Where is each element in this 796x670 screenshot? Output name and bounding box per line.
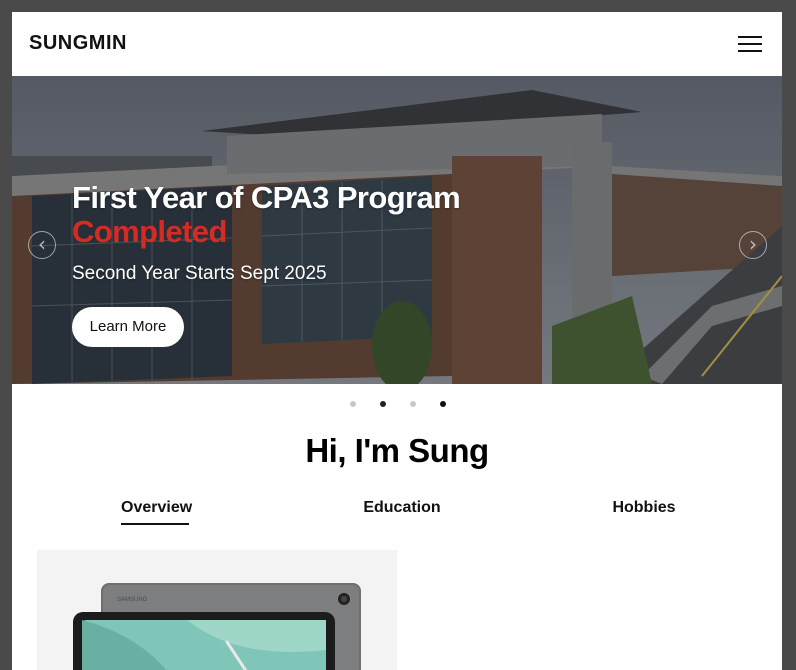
carousel-dot-4[interactable] <box>440 401 446 407</box>
tablet-device-image: SAMSUNG <box>73 583 361 670</box>
brand-mark: SAMSUNG <box>117 597 148 603</box>
chevron-right-icon[interactable]: › <box>739 231 767 259</box>
carousel-dot-3[interactable] <box>410 401 416 407</box>
learn-more-button[interactable]: Learn More <box>72 307 184 347</box>
page-frame: SUNGMIN First Year of CPA3 Program Compl… <box>12 12 782 670</box>
hero-banner: First Year of CPA3 Program Completed Sec… <box>12 76 782 384</box>
hero-subtitle: Second Year Starts Sept 2025 <box>72 263 327 284</box>
chevron-left-icon[interactable]: ‹ <box>28 231 56 259</box>
carousel-dot-2[interactable] <box>380 401 386 407</box>
tab-overview-label: Overview <box>121 499 193 516</box>
carousel-dot-1[interactable] <box>350 401 356 407</box>
product-card[interactable]: SAMSUNG <box>37 550 397 670</box>
hero-highlight: Completed <box>72 214 227 249</box>
hero-title: First Year of CPA3 Program <box>72 180 461 215</box>
tab-overview[interactable]: Overview <box>121 499 193 525</box>
page-heading: Hi, I'm Sung <box>305 432 489 469</box>
hamburger-menu-icon[interactable] <box>738 36 762 54</box>
tab-hobbies[interactable]: Hobbies <box>602 499 686 517</box>
carousel-dots <box>346 401 456 411</box>
site-header: SUNGMIN <box>12 12 782 76</box>
site-logo[interactable]: SUNGMIN <box>29 32 127 55</box>
tab-education[interactable]: Education <box>352 499 452 517</box>
